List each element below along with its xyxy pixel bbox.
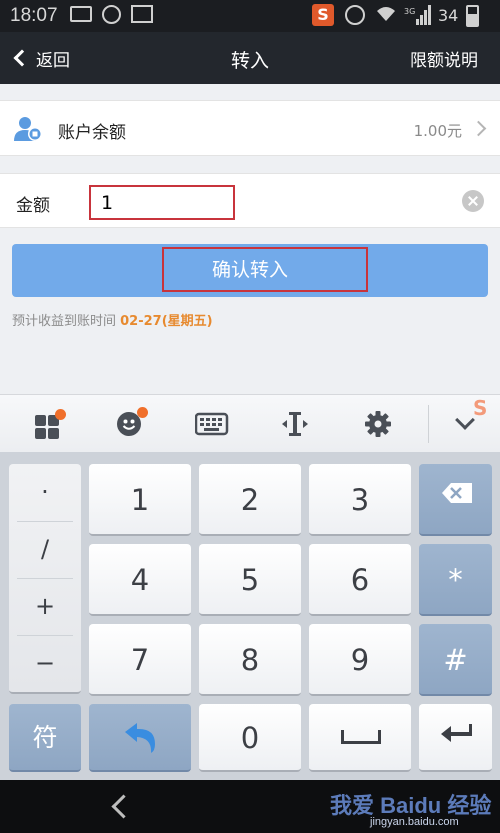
amount-input[interactable] [89, 185, 235, 220]
keyboard-toolbar [0, 394, 500, 452]
account-balance-row[interactable]: 账户余额 1.00元 [0, 100, 500, 156]
svg-text:3G: 3G [404, 7, 415, 16]
backspace-x [450, 487, 462, 499]
navigation-bar [0, 780, 500, 833]
symbol-column: · / + − [9, 464, 81, 694]
keyboard-notification-icon [70, 6, 92, 22]
toolbar-divider [428, 405, 429, 443]
chevron-left-icon [13, 49, 31, 67]
key-slash[interactable]: / [9, 521, 81, 578]
eta-date: 02-27(星期五) [120, 314, 213, 329]
keyboard-icon[interactable] [194, 409, 229, 439]
user-account-icon [14, 117, 42, 141]
nav-back-icon[interactable] [108, 795, 128, 817]
chevron-right-icon [470, 120, 487, 137]
battery-icon [466, 5, 479, 27]
limit-info-link[interactable]: 限额说明 [410, 46, 478, 71]
alarm-icon [345, 5, 365, 25]
key-5[interactable]: 5 [199, 544, 301, 616]
title-bar: 返回 转入 限额说明 [0, 32, 500, 84]
key-dot[interactable]: · [9, 464, 81, 521]
space-key[interactable] [309, 704, 411, 772]
balance-label: 账户余额 [58, 123, 126, 143]
back-label: 返回 [36, 50, 70, 71]
app-grid-icon[interactable] [33, 409, 66, 439]
gear-icon[interactable] [363, 409, 393, 439]
expected-arrival-note: 预计收益到账时间 02-27(星期五) [12, 310, 213, 329]
key-8[interactable]: 8 [199, 624, 301, 696]
status-time: 18:07 [10, 5, 58, 26]
image-notification-icon [131, 5, 153, 23]
battery-level: 34 [438, 6, 459, 25]
back-button[interactable]: 返回 [12, 42, 70, 74]
wifi-icon [377, 7, 395, 21]
key-4[interactable]: 4 [89, 544, 191, 616]
amount-row: 金额 [0, 173, 500, 228]
clear-icon[interactable] [462, 190, 484, 212]
key-1[interactable]: 1 [89, 464, 191, 536]
key-plus[interactable]: + [9, 578, 81, 635]
key-hash[interactable]: # [419, 624, 492, 696]
enter-key[interactable] [419, 704, 492, 772]
key-0[interactable]: 0 [199, 704, 301, 772]
backspace-key[interactable] [419, 464, 492, 536]
emoji-icon[interactable] [115, 407, 148, 439]
key-star[interactable]: * [419, 544, 492, 616]
status-bar: 18:07 S 3G 34 [0, 0, 500, 32]
key-7[interactable]: 7 [89, 624, 191, 696]
numeric-keyboard: · / + − 1 2 3 4 5 6 * 7 8 9 # 符 0 [0, 452, 500, 780]
amount-label: 金额 [16, 196, 50, 216]
enter-icon [441, 724, 472, 742]
sogou-app-icon: S [312, 4, 334, 26]
key-minus[interactable]: − [9, 635, 81, 692]
eta-prefix: 预计收益到账时间 [12, 314, 121, 329]
return-key[interactable] [89, 704, 191, 772]
key-9[interactable]: 9 [309, 624, 411, 696]
undo-arrow-icon [125, 723, 155, 753]
symbol-mode-key[interactable]: 符 [9, 704, 81, 772]
key-2[interactable]: 2 [199, 464, 301, 536]
collapse-keyboard-icon[interactable] [452, 409, 482, 439]
cursor-move-icon[interactable] [280, 409, 310, 439]
key-3[interactable]: 3 [309, 464, 411, 536]
confirm-transfer-button[interactable] [12, 244, 488, 297]
key-6[interactable]: 6 [309, 544, 411, 616]
space-icon [341, 730, 381, 744]
signal-icon: 3G [404, 5, 431, 25]
balance-value: 1.00元 [413, 122, 462, 140]
sync-icon [102, 5, 121, 24]
